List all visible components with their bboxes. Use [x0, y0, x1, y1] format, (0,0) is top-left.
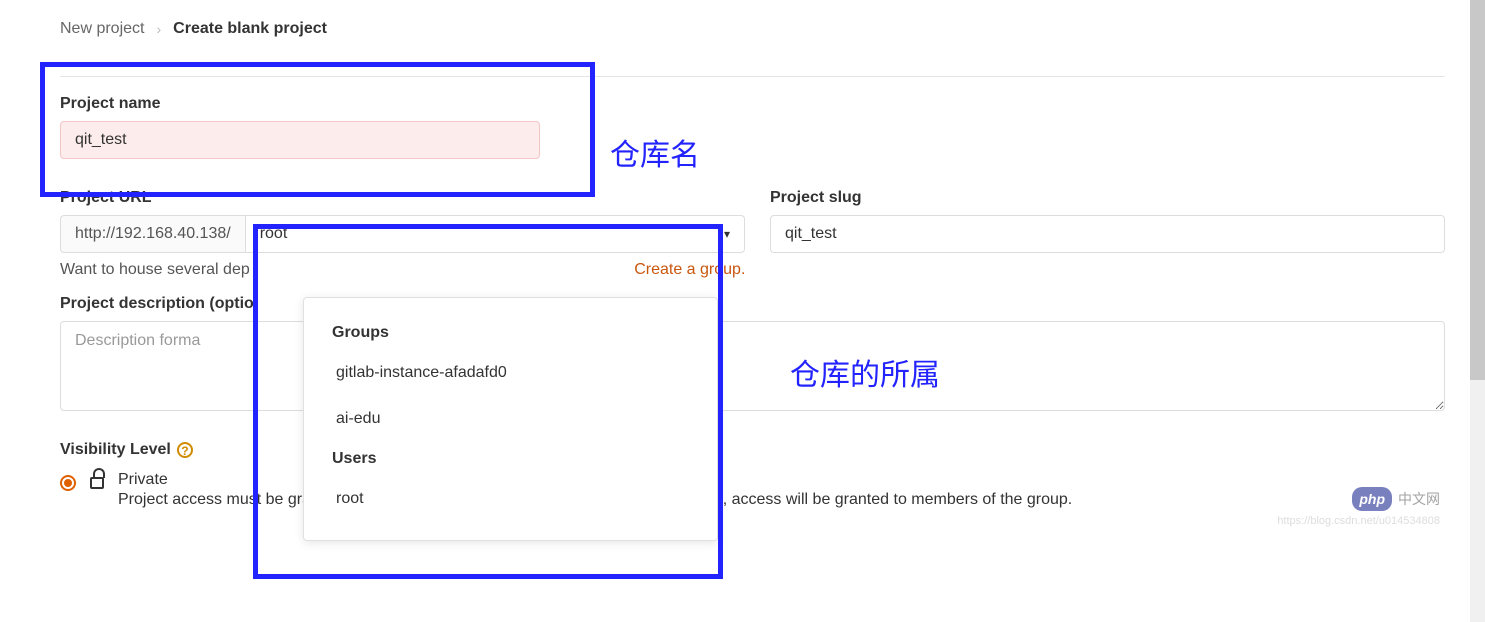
breadcrumb: New project › Create blank project — [60, 20, 1485, 38]
breadcrumb-current: Create blank project — [173, 20, 327, 38]
project-slug-input[interactable] — [770, 215, 1445, 253]
radio-checked-icon[interactable] — [60, 475, 76, 491]
project-slug-label: Project slug — [770, 189, 1445, 207]
description-label: Project description (optio — [60, 295, 1485, 313]
dropdown-item-group[interactable]: ai-edu — [304, 396, 717, 442]
help-icon[interactable]: ? — [177, 442, 193, 458]
create-group-link[interactable]: Create a group. — [634, 261, 745, 278]
watermark-text: 中文网 — [1398, 489, 1440, 509]
breadcrumb-parent[interactable]: New project — [60, 20, 144, 38]
project-name-label: Project name — [60, 95, 1485, 113]
dropdown-users-header: Users — [304, 442, 717, 476]
lock-icon — [90, 477, 104, 489]
watermark-url: https://blog.csdn.net/u014534808 — [1277, 515, 1440, 527]
dropdown-groups-header: Groups — [304, 316, 717, 350]
php-badge: php — [1352, 487, 1392, 511]
description-input[interactable] — [60, 321, 1445, 411]
project-url-prefix: http://192.168.40.138/ — [60, 215, 245, 253]
namespace-select[interactable]: root ▾ — [245, 215, 745, 253]
visibility-option-private[interactable]: Private Project access must be granted e… — [60, 471, 1485, 509]
visibility-label: Visibility Level ? — [60, 441, 1485, 459]
project-url-label: Project URL — [60, 189, 770, 207]
chevron-right-icon: › — [156, 21, 161, 37]
dropdown-item-user[interactable]: root — [304, 476, 717, 522]
scrollbar[interactable] — [1470, 0, 1485, 622]
namespace-dropdown: Groups gitlab-instance-afadafd0 ai-edu U… — [303, 297, 718, 541]
namespace-selected: root — [260, 225, 288, 243]
annotation-repo-name: 仓库名 — [610, 130, 700, 174]
annotation-repo-owner: 仓库的所属 — [790, 350, 940, 394]
divider — [60, 76, 1445, 77]
dropdown-item-group[interactable]: gitlab-instance-afadafd0 — [304, 350, 717, 396]
chevron-down-icon: ▾ — [724, 227, 730, 241]
scrollbar-thumb[interactable] — [1470, 0, 1485, 380]
watermark: php 中文网 — [1352, 487, 1440, 511]
helper-text: Want to house several dep Create a group… — [60, 261, 1485, 279]
project-name-input[interactable] — [60, 121, 540, 159]
